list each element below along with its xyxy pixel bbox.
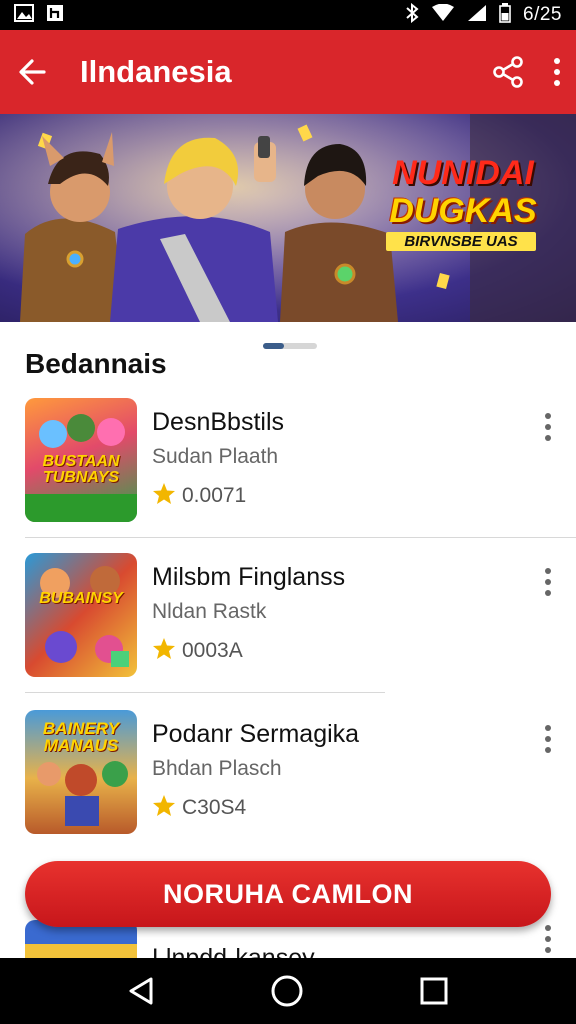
wifi-icon bbox=[431, 3, 455, 27]
item-title: Podanr Sermagika bbox=[152, 720, 360, 748]
item-rating: 0003A bbox=[152, 637, 243, 665]
item-title: Milsbm Finglanss bbox=[152, 563, 346, 591]
nav-recents-icon[interactable] bbox=[419, 976, 449, 1006]
system-nav-bar bbox=[0, 958, 576, 1024]
star-icon bbox=[152, 482, 176, 510]
page-title: Ilndanesia bbox=[80, 54, 232, 89]
more-vert-icon[interactable] bbox=[542, 567, 554, 597]
rating-value: 0003A bbox=[182, 639, 243, 662]
banner-title-line1: NUNIDAI bbox=[392, 154, 534, 192]
star-icon bbox=[152, 637, 176, 665]
primary-action-button[interactable]: NORUHA CAMLON bbox=[25, 861, 551, 927]
nav-home-icon[interactable] bbox=[270, 974, 304, 1008]
featured-banner[interactable]: NUNIDAI DUGKAS BIRVNSBE UAS bbox=[0, 114, 576, 322]
app-notification-icon bbox=[46, 4, 64, 27]
item-subtitle: Sudan Plaath bbox=[152, 445, 279, 468]
share-icon[interactable] bbox=[492, 56, 524, 88]
more-vert-icon[interactable] bbox=[552, 57, 562, 87]
list-item[interactable]: BAINERY MANAUS Podanr Sermagika Bhdan Pl… bbox=[0, 710, 576, 836]
item-title: Llnpdd-kansey bbox=[152, 944, 315, 958]
thumbnail-label: BUBAINSY bbox=[39, 590, 123, 607]
item-subtitle: Bhdan Plasch bbox=[152, 757, 282, 780]
status-time: 6/25 bbox=[523, 4, 562, 25]
divider bbox=[25, 692, 385, 693]
gallery-notification-icon bbox=[14, 3, 34, 27]
star-icon bbox=[152, 794, 176, 822]
carousel-indicator-active bbox=[263, 343, 284, 349]
item-rating: C30S4 bbox=[152, 794, 246, 822]
nav-back-icon[interactable] bbox=[127, 976, 155, 1006]
more-vert-icon[interactable] bbox=[542, 412, 554, 442]
app-thumbnail: BUBAINSY bbox=[25, 553, 137, 677]
item-title: DesnBbstils bbox=[152, 408, 284, 436]
carousel-indicator bbox=[263, 343, 317, 349]
thumbnail-label: BAINERY MANAUS bbox=[42, 719, 120, 755]
item-rating: 0.0071 bbox=[152, 482, 246, 510]
banner-title: NUNIDAI DUGKAS bbox=[368, 154, 558, 230]
bluetooth-icon bbox=[405, 2, 419, 28]
thumbnail-label: BUSTAAN TUBNAYS bbox=[42, 453, 120, 486]
item-subtitle: Nldan Rastk bbox=[152, 600, 267, 623]
list-item[interactable]: BUSTAAN TUBNAYS DesnBbstils Sudan Plaath… bbox=[0, 398, 576, 524]
more-vert-icon[interactable] bbox=[542, 724, 554, 754]
content-area[interactable]: Bedannais BUSTAAN TUBNAYS DesnBbstils Su… bbox=[0, 322, 576, 958]
app-bar: Ilndanesia bbox=[0, 30, 576, 114]
divider bbox=[25, 537, 576, 538]
section-title: Bedannais bbox=[25, 348, 167, 379]
arrow-back-icon[interactable] bbox=[18, 59, 46, 85]
list-item[interactable]: BUBAINSY Milsbm Finglanss Nldan Rastk 00… bbox=[0, 553, 576, 679]
app-thumbnail: BAINERY MANAUS bbox=[25, 710, 137, 834]
battery-icon bbox=[499, 2, 511, 28]
rating-value: C30S4 bbox=[182, 796, 247, 819]
banner-subtitle: BIRVNSBE UAS bbox=[386, 232, 536, 251]
banner-title-line2: DUGKAS bbox=[389, 192, 537, 230]
status-bar: 6/25 bbox=[0, 0, 576, 30]
rating-value: 0.0071 bbox=[182, 484, 247, 507]
app-thumbnail: BUSTAAN TUBNAYS bbox=[25, 398, 137, 522]
more-vert-icon[interactable] bbox=[542, 924, 554, 954]
signal-icon bbox=[467, 4, 487, 27]
